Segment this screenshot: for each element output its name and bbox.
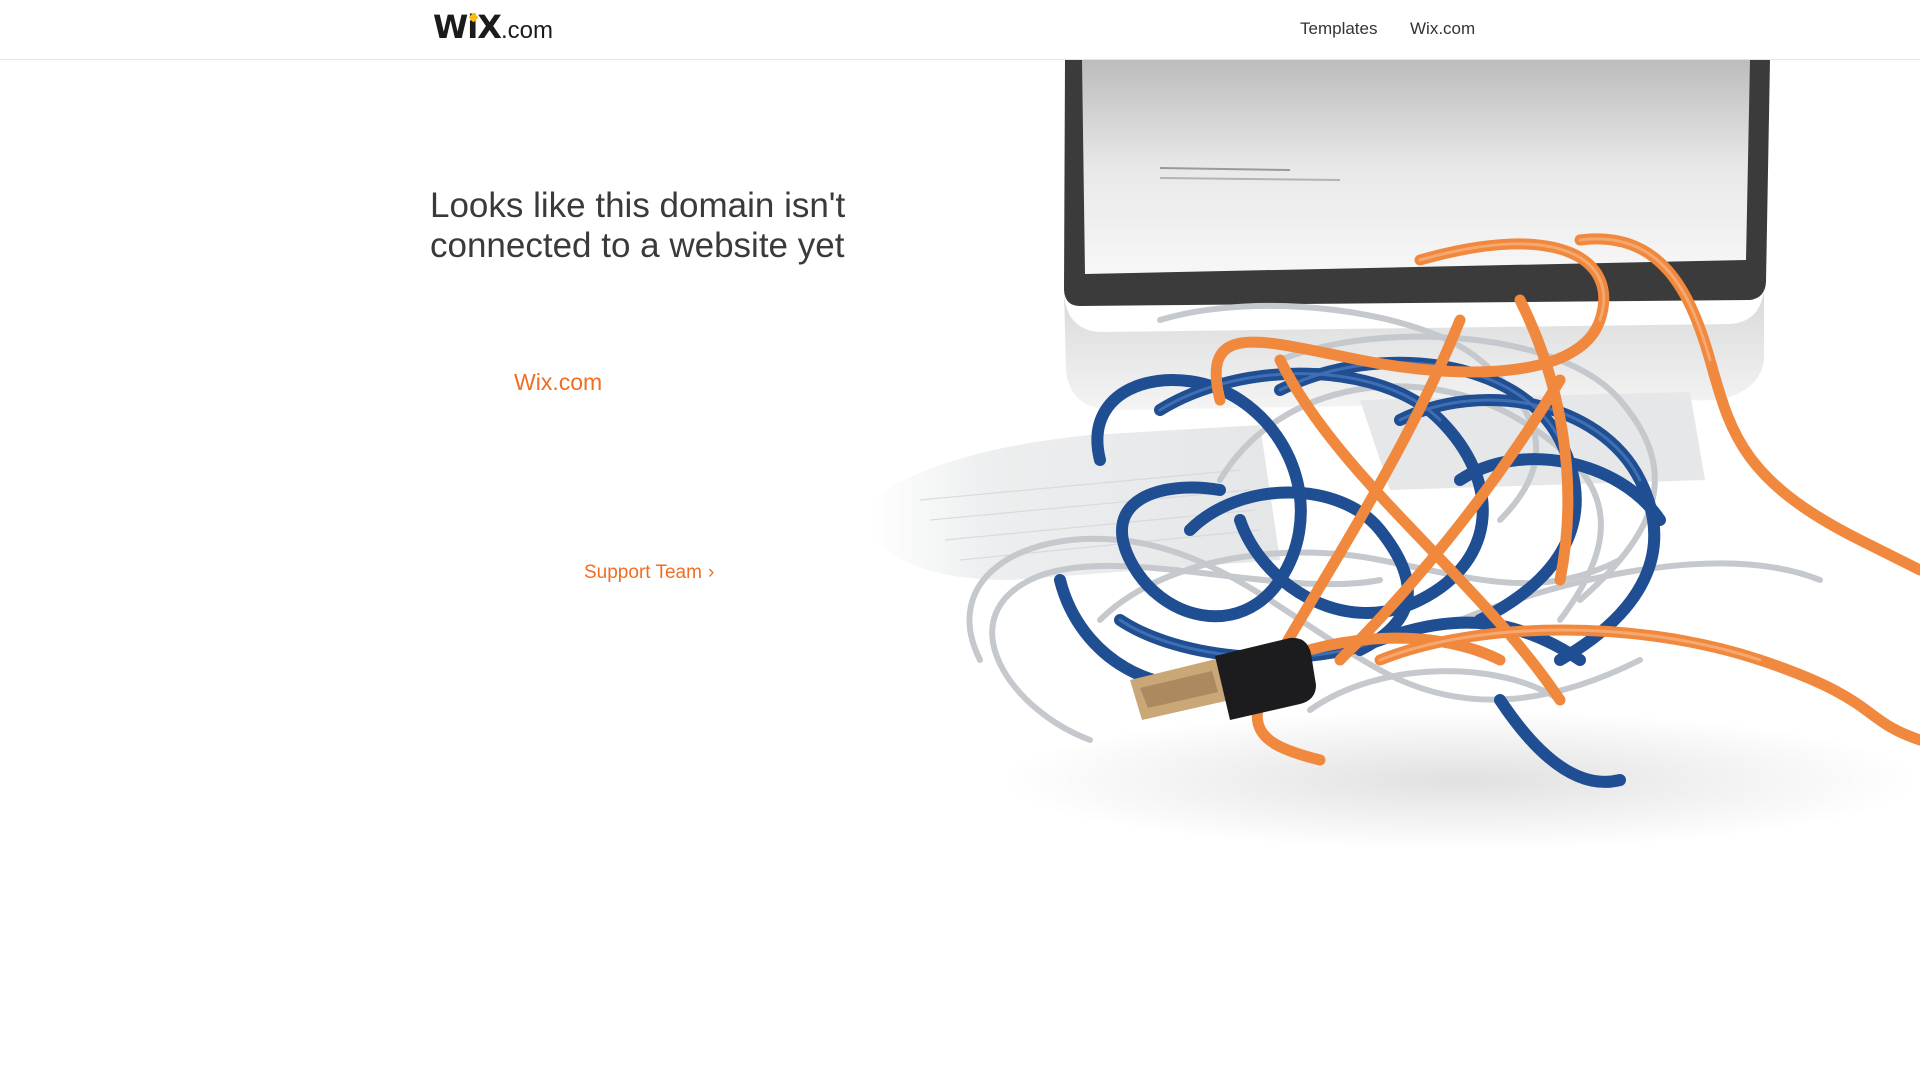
wix-brand-link[interactable]: Wix.com [514, 368, 602, 396]
chevron-right-icon: › [707, 562, 715, 583]
logo-mark: WiX [433, 8, 502, 46]
nav-link-wix[interactable]: Wix.com [1410, 18, 1475, 40]
page-title-line-1: Looks like this domain isn't [430, 186, 846, 225]
tangled-cables-illustration [870, 60, 1920, 850]
support-team-link[interactable]: Support Team › [584, 561, 714, 585]
page-title-line-2: connected to a website yet [430, 226, 845, 265]
nav-link-templates[interactable]: Templates [1300, 18, 1377, 40]
wix-logo[interactable]: WiX .com [433, 10, 553, 44]
page-title: Looks like this domain isn't connected t… [430, 186, 900, 266]
logo-suffix: .com [501, 17, 554, 44]
support-team-label: Support Team [584, 562, 702, 583]
top-bar: WiX .com Templates Wix.com [0, 0, 1920, 60]
page: WiX .com Templates Wix.com Looks like th… [0, 0, 1920, 1080]
